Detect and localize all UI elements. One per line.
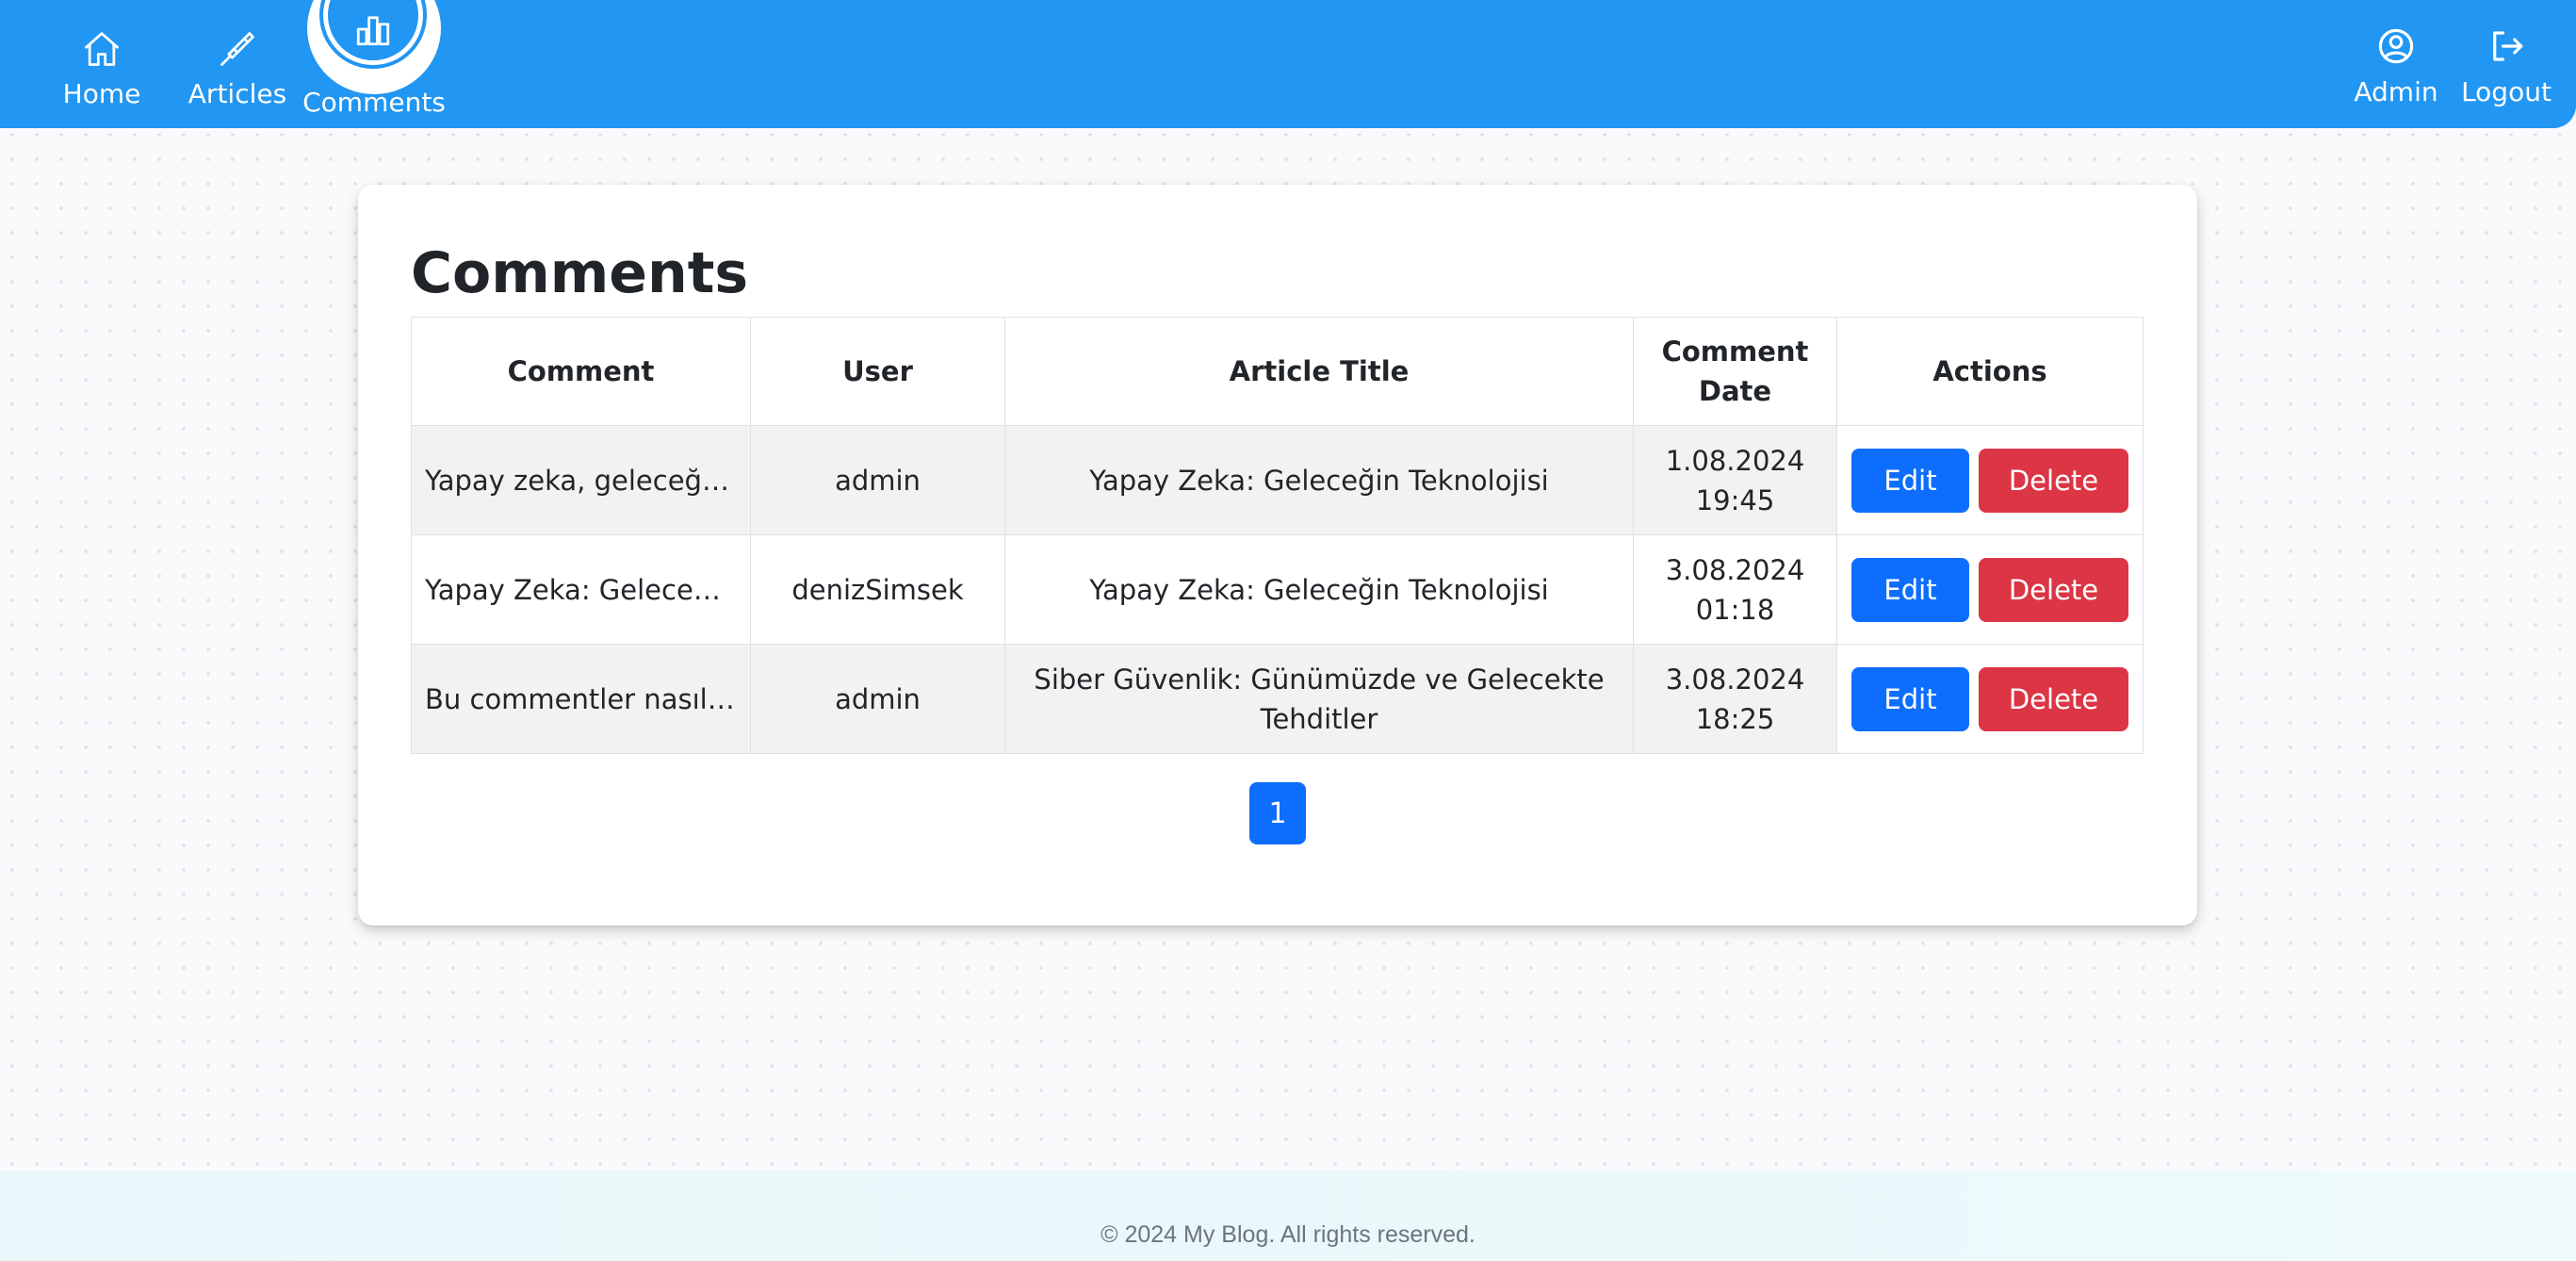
page-title: Comments xyxy=(411,240,749,306)
comment-cell: Bu commentler nasıl edi... xyxy=(411,644,751,754)
nav-comments[interactable]: Comments xyxy=(302,0,446,128)
actions-cell: Edit Delete xyxy=(1836,425,2144,535)
pen-icon xyxy=(220,32,254,66)
comment-cell: Yapay zeka, geleceğin te... xyxy=(411,425,751,535)
comment-time: 19:45 xyxy=(1695,483,1775,516)
table-row: Yapay zeka, geleceğin te... admin Yapay … xyxy=(411,425,2144,535)
user-cell: admin xyxy=(750,425,1005,535)
column-header-comment: Comment xyxy=(411,317,751,426)
edit-button[interactable]: Edit xyxy=(1851,666,1969,731)
footer: © 2024 My Blog. All rights reserved. xyxy=(0,1171,2576,1261)
user-cell: admin xyxy=(750,644,1005,754)
column-header-article-title: Article Title xyxy=(1004,317,1634,426)
comment-date-cell: 3.08.2024 18:25 xyxy=(1633,644,1837,754)
column-header-comment-date: Comment Date xyxy=(1633,317,1837,426)
column-header-actions: Actions xyxy=(1836,317,2144,426)
delete-button[interactable]: Delete xyxy=(1979,448,2128,513)
user-circle-icon xyxy=(2378,28,2414,64)
article-title-cell: Siber Güvenlik: Günümüzde ve Gelecekte T… xyxy=(1004,644,1634,754)
footer-copyright: © 2024 My Blog. All rights reserved. xyxy=(1101,1221,1475,1248)
comment-date-cell: 1.08.2024 19:45 xyxy=(1633,425,1837,535)
row-actions: Edit Delete xyxy=(1837,666,2143,731)
delete-button[interactable]: Delete xyxy=(1979,557,2128,622)
table-row: Bu commentler nasıl edi... admin Siber G… xyxy=(411,644,2144,754)
nav-articles-label: Articles xyxy=(187,78,287,109)
comment-date-cell: 3.08.2024 01:18 xyxy=(1633,534,1837,645)
comments-table: Comment User Article Title Comment Date … xyxy=(411,317,2144,754)
comments-card: Comments Comment User Article Title Comm… xyxy=(358,185,2197,925)
top-navbar: Home Articles Comments Admin Logout xyxy=(0,0,2576,128)
comment-cell: Yapay Zeka: Geleceğin T... xyxy=(411,534,751,645)
nav-articles[interactable]: Articles xyxy=(185,0,290,128)
user-cell: denizSimsek xyxy=(750,534,1005,645)
pagination-page-1[interactable]: 1 xyxy=(1249,782,1306,844)
actions-cell: Edit Delete xyxy=(1836,534,2144,645)
comment-date: 1.08.2024 xyxy=(1665,444,1805,477)
comment-date: 3.08.2024 xyxy=(1665,553,1805,586)
delete-button[interactable]: Delete xyxy=(1979,666,2128,731)
home-icon xyxy=(85,32,119,66)
article-title-cell: Yapay Zeka: Geleceğin Teknolojisi xyxy=(1004,425,1634,535)
article-title-cell: Yapay Zeka: Geleceğin Teknolojisi xyxy=(1004,534,1634,645)
edit-button[interactable]: Edit xyxy=(1851,557,1969,622)
logout-icon xyxy=(2493,31,2523,61)
table-row: Yapay Zeka: Geleceğin T... denizSimsek Y… xyxy=(411,534,2144,645)
comment-date: 3.08.2024 xyxy=(1665,663,1805,696)
edit-button[interactable]: Edit xyxy=(1851,448,1969,513)
row-actions: Edit Delete xyxy=(1837,448,2143,513)
nav-logout[interactable]: Logout xyxy=(2459,0,2553,128)
nav-logout-label: Logout xyxy=(2461,76,2552,107)
actions-cell: Edit Delete xyxy=(1836,644,2144,754)
comment-time: 01:18 xyxy=(1695,593,1775,626)
comment-time: 18:25 xyxy=(1695,702,1775,735)
nav-comments-label: Comments xyxy=(302,87,446,118)
nav-home-label: Home xyxy=(62,78,141,109)
table-header-row: Comment User Article Title Comment Date … xyxy=(411,317,2144,426)
nav-admin[interactable]: Admin xyxy=(2352,0,2440,128)
nav-admin-label: Admin xyxy=(2354,76,2438,107)
nav-home[interactable]: Home xyxy=(58,0,145,128)
column-header-user: User xyxy=(750,317,1005,426)
row-actions: Edit Delete xyxy=(1837,557,2143,622)
